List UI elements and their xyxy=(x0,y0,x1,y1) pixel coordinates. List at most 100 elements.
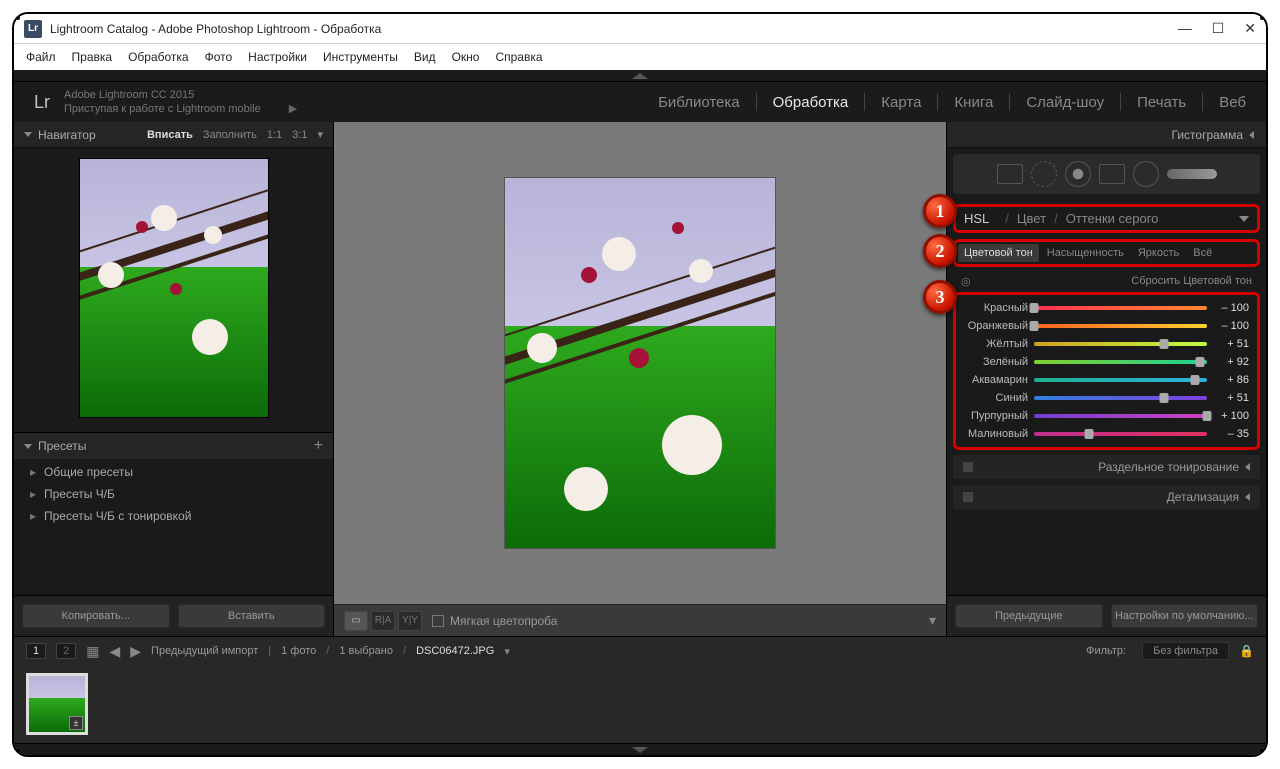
header-line1: Adobe Lightroom CC 2015 xyxy=(64,88,297,102)
loupe-view-icon[interactable]: ▭ xyxy=(344,611,368,631)
collapse-icon xyxy=(1249,131,1254,139)
navigator-fit[interactable]: Вписать xyxy=(147,129,193,141)
navigator-preview[interactable] xyxy=(79,158,269,418)
navigator-zoom-dropdown[interactable]: ▾ xyxy=(317,128,323,141)
radial-tool[interactable] xyxy=(1133,161,1159,187)
navigator-1to1[interactable]: 1:1 xyxy=(267,129,282,141)
develop-badge-icon: ± xyxy=(69,716,83,730)
menu-photo[interactable]: Фото xyxy=(205,50,233,64)
menu-edit[interactable]: Правка xyxy=(72,50,113,64)
spot-tool[interactable] xyxy=(1031,161,1057,187)
nav-back-icon[interactable]: ◀ xyxy=(109,643,120,660)
lr-logo: Lr xyxy=(34,92,50,113)
window-title: Lightroom Catalog - Adobe Photoshop Ligh… xyxy=(50,22,1178,36)
module-library[interactable]: Библиотека xyxy=(658,94,740,111)
annotation-badge-3: 3 xyxy=(923,280,957,314)
paste-button[interactable]: Вставить xyxy=(178,604,326,628)
menu-view[interactable]: Вид xyxy=(414,50,436,64)
module-web[interactable]: Веб xyxy=(1219,94,1246,111)
hsl-panel-header[interactable]: HSL / Цвет / Оттенки серого xyxy=(953,204,1260,233)
before-after-yy-icon[interactable]: Y|Y xyxy=(398,611,422,631)
slider-purple[interactable] xyxy=(1034,414,1207,418)
module-print[interactable]: Печать xyxy=(1137,94,1186,111)
top-panel-handle[interactable] xyxy=(14,70,1266,82)
close-button[interactable]: ✕ xyxy=(1244,20,1256,37)
menu-develop[interactable]: Обработка xyxy=(128,50,189,64)
module-develop[interactable]: Обработка xyxy=(773,94,849,111)
subtab-all[interactable]: Всё xyxy=(1187,244,1218,262)
source-label[interactable]: Предыдущий импорт xyxy=(151,645,258,657)
filter-select[interactable]: Без фильтра xyxy=(1142,642,1229,660)
subtab-saturation[interactable]: Насыщенность xyxy=(1041,244,1130,262)
primary-display-button[interactable]: 1 xyxy=(26,643,46,659)
add-preset-button[interactable]: + xyxy=(314,437,323,455)
hue-sliders-group: Красный– 100 Оранжевый– 100 Жёлтый+ 51 З… xyxy=(953,292,1260,450)
canvas-area[interactable] xyxy=(334,122,946,604)
module-map[interactable]: Карта xyxy=(881,94,921,111)
module-header: Lr Adobe Lightroom CC 2015 Приступая к р… xyxy=(14,82,1266,122)
menu-tools[interactable]: Инструменты xyxy=(323,50,398,64)
preset-folder[interactable]: Общие пресеты xyxy=(14,461,333,483)
bottom-panel-handle[interactable] xyxy=(14,743,1266,755)
preset-folder[interactable]: Пресеты Ч/Б с тонировкой xyxy=(14,505,333,527)
reset-settings-button[interactable]: Настройки по умолчанию... xyxy=(1111,604,1259,628)
slider-magenta[interactable] xyxy=(1034,432,1207,436)
hsl-subtabs: Цветовой тон Насыщенность Яркость Всё xyxy=(953,239,1260,267)
preset-folder[interactable]: Пресеты Ч/Б xyxy=(14,483,333,505)
lock-icon[interactable]: 🔒 xyxy=(1239,644,1254,658)
photo-count: 1 фото xyxy=(281,645,316,657)
brush-tool[interactable] xyxy=(1167,169,1217,179)
slider-blue[interactable] xyxy=(1034,396,1207,400)
softproof-checkbox[interactable]: Мягкая цветопроба xyxy=(432,614,557,628)
toolbar-dropdown[interactable]: ▾ xyxy=(929,612,936,629)
canvas-toolbar: ▭ R|A Y|Y Мягкая цветопроба ▾ xyxy=(334,604,946,636)
reset-hue-button[interactable]: Сбросить Цветовой тон xyxy=(1131,275,1252,287)
slider-green[interactable] xyxy=(1034,360,1207,364)
tool-strip xyxy=(953,154,1260,194)
filename-label[interactable]: DSC06472.JPG xyxy=(416,645,494,657)
subtab-hue[interactable]: Цветовой тон xyxy=(958,244,1039,262)
menu-bar: Файл Правка Обработка Фото Настройки Инс… xyxy=(14,44,1266,70)
module-book[interactable]: Книга xyxy=(954,94,993,111)
nav-forward-icon[interactable]: ▶ xyxy=(130,643,141,660)
subtab-luminance[interactable]: Яркость xyxy=(1132,244,1185,262)
menu-help[interactable]: Справка xyxy=(495,50,542,64)
before-after-lr-icon[interactable]: R|A xyxy=(371,611,395,631)
selected-count: 1 выбрано xyxy=(339,645,393,657)
menu-window[interactable]: Окно xyxy=(452,50,480,64)
histogram-header[interactable]: Гистограмма xyxy=(947,122,1266,148)
redeye-tool[interactable] xyxy=(1065,161,1091,187)
secondary-display-button[interactable]: 2 xyxy=(56,643,76,659)
previous-button[interactable]: Предыдущие xyxy=(955,604,1103,628)
panel-split-toning[interactable]: Раздельное тонирование xyxy=(953,455,1260,479)
slider-orange[interactable] xyxy=(1034,324,1207,328)
copy-button[interactable]: Копировать... xyxy=(22,604,170,628)
chevron-down-icon xyxy=(1239,216,1249,222)
window-titlebar: Lr Lightroom Catalog - Adobe Photoshop L… xyxy=(14,14,1266,44)
menu-settings[interactable]: Настройки xyxy=(248,50,307,64)
navigator-fill[interactable]: Заполнить xyxy=(203,129,257,141)
crop-tool[interactable] xyxy=(997,164,1023,184)
panel-detail[interactable]: Детализация xyxy=(953,485,1260,509)
navigator-header[interactable]: Навигатор Вписать Заполнить 1:1 3:1 ▾ xyxy=(14,122,333,148)
annotation-badge-2: 2 xyxy=(923,234,957,268)
play-icon[interactable]: ▶ xyxy=(289,103,297,115)
minimize-button[interactable]: — xyxy=(1178,20,1192,37)
module-slideshow[interactable]: Слайд-шоу xyxy=(1026,94,1104,111)
maximize-button[interactable]: ☐ xyxy=(1212,20,1225,37)
navigator-title: Навигатор xyxy=(38,128,96,142)
slider-yellow[interactable] xyxy=(1034,342,1207,346)
grid-view-icon[interactable]: ▦ xyxy=(86,643,99,660)
presets-header[interactable]: Пресеты + xyxy=(14,433,333,459)
slider-aqua[interactable] xyxy=(1034,378,1207,382)
app-icon: Lr xyxy=(24,20,42,38)
slider-red[interactable] xyxy=(1034,306,1207,310)
header-line2[interactable]: Приступая к работе с Lightroom mobile xyxy=(64,103,261,115)
target-adjust-icon[interactable]: ◎ xyxy=(961,275,971,288)
filter-label: Фильтр: xyxy=(1086,645,1126,657)
filmstrip-thumbnail[interactable]: ± xyxy=(26,673,88,735)
menu-file[interactable]: Файл xyxy=(26,50,56,64)
graduated-tool[interactable] xyxy=(1099,164,1125,184)
navigator-3to1[interactable]: 3:1 xyxy=(292,129,307,141)
photo-preview xyxy=(505,178,775,548)
